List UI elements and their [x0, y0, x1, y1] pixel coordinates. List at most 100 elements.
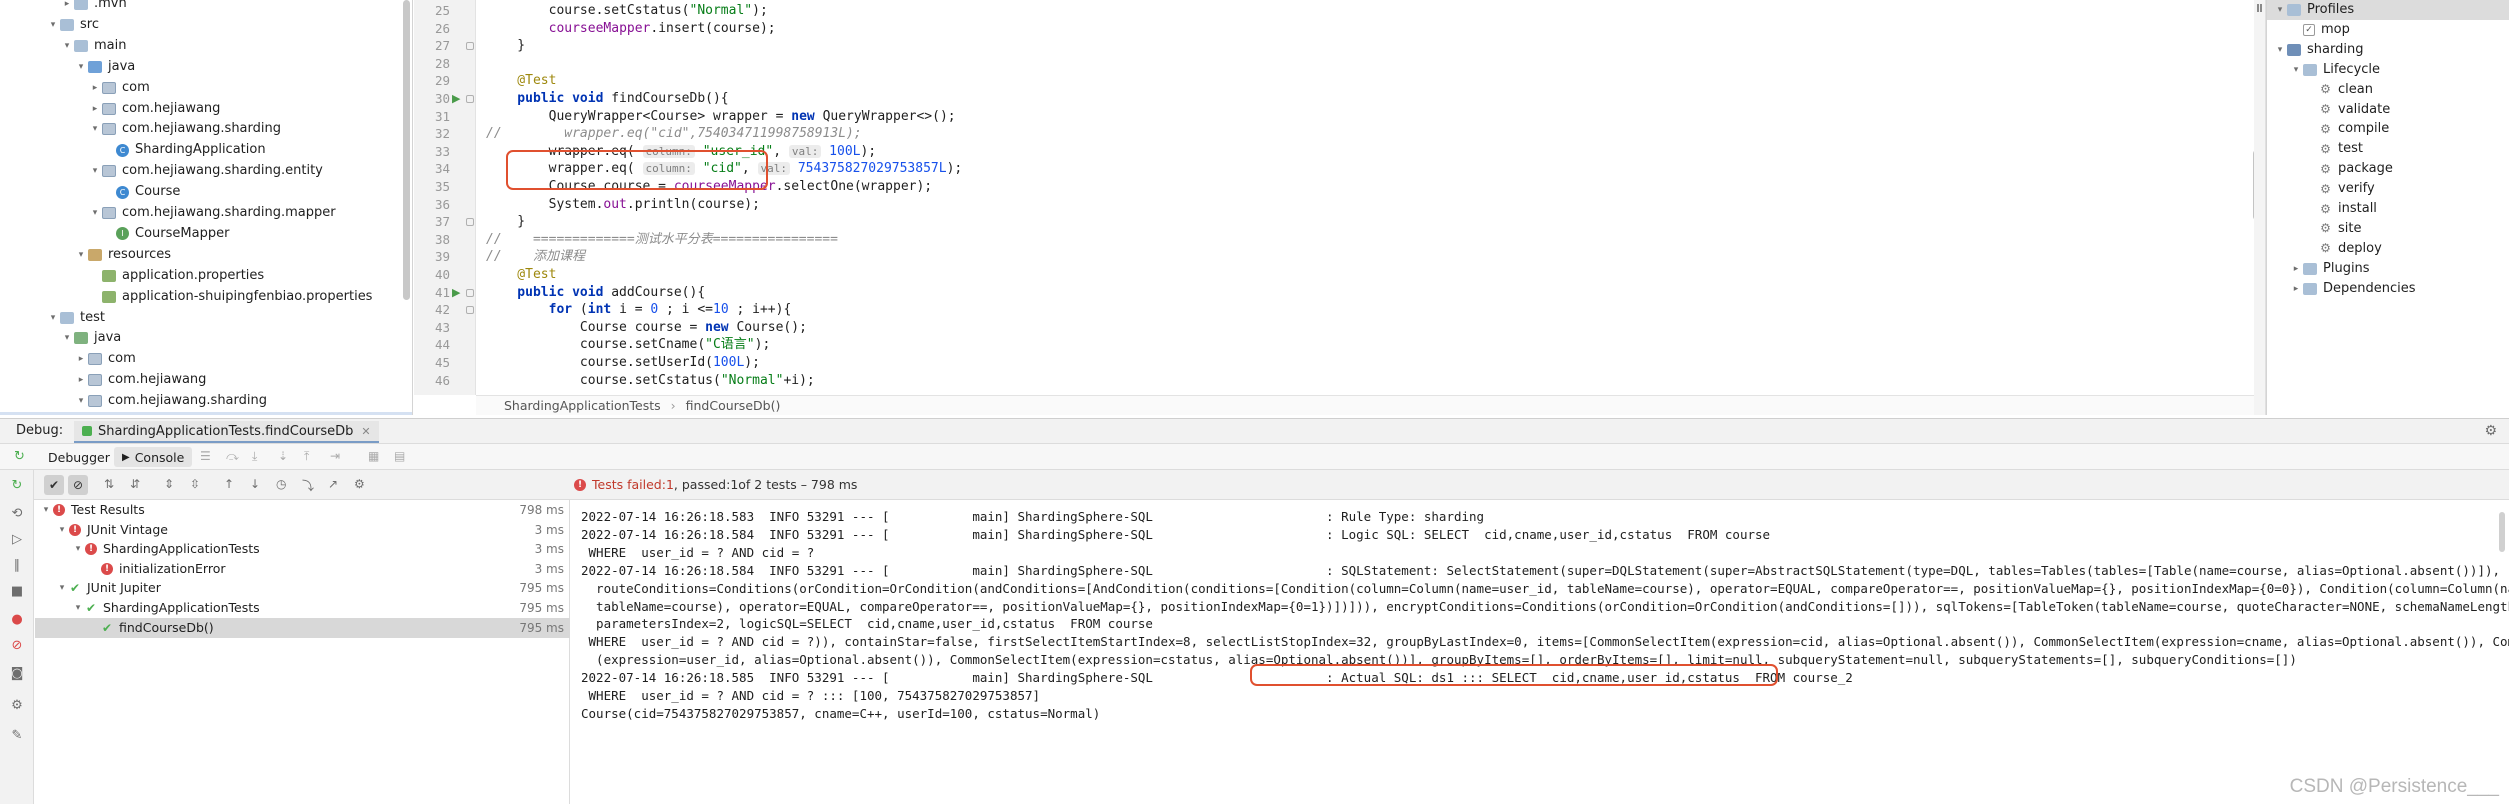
tree-item[interactable]: ▾ resources: [0, 245, 412, 265]
test-settings-gear-icon[interactable]: ⚙: [354, 477, 365, 491]
tree-item[interactable]: ▾ src: [0, 15, 412, 35]
test-result-row[interactable]: ▾! ShardingApplicationTests 3 ms: [35, 539, 570, 559]
maven-tree-item[interactable]: ⚙ clean: [2267, 80, 2509, 100]
tree-item[interactable]: ▾ java: [0, 57, 412, 77]
maven-tree-item[interactable]: ▸ Dependencies: [2267, 279, 2509, 299]
rerun-icon[interactable]: ↻: [14, 449, 25, 464]
tree-item[interactable]: C Course: [0, 182, 412, 202]
chevron-down-icon[interactable]: ▾: [60, 328, 74, 348]
sort-duration-icon[interactable]: ⇵: [130, 477, 140, 491]
chevron-down-icon[interactable]: ▾: [71, 598, 85, 618]
code-line[interactable]: public void addCourse(){: [486, 284, 705, 302]
show-ignored-icon[interactable]: ⊘: [68, 475, 88, 495]
pause-program-icon[interactable]: ∥: [9, 558, 25, 574]
console-output[interactable]: 2022-07-14 16:26:18.583 INFO 53291 --- […: [571, 500, 2509, 804]
maven-tree-item[interactable]: ▾ Profiles: [2267, 0, 2509, 20]
code-editor[interactable]: 25 26 27 28 29 30 ▶ 31 32 33 34 35 36 37 38 39 40 41 ▶ 42 43…: [414, 0, 2266, 415]
step-out-icon[interactable]: ⤒: [304, 449, 309, 464]
chevron-down-icon[interactable]: ▾: [74, 391, 88, 411]
tree-item[interactable]: ▸ com: [0, 349, 412, 369]
chevron-down-icon[interactable]: ▾: [39, 500, 53, 520]
tree-item[interactable]: ▸ com: [0, 78, 412, 98]
tree-item[interactable]: application.properties: [0, 266, 412, 286]
chevron-down-icon[interactable]: ▾: [2273, 0, 2287, 20]
code-line[interactable]: QueryWrapper<Course> wrapper = new Query…: [486, 108, 956, 126]
chevron-right-icon[interactable]: ▸: [88, 78, 102, 98]
export-icon[interactable]: ↗: [328, 477, 338, 491]
code-line[interactable]: course.setUserId(100L);: [486, 354, 760, 372]
code-line[interactable]: // =============测试水平分表================: [486, 231, 838, 249]
import-icon[interactable]: ⤵: [302, 477, 314, 494]
chevron-right-icon[interactable]: ▸: [2289, 279, 2303, 299]
resume-icon[interactable]: ▷: [9, 532, 25, 548]
chevron-down-icon[interactable]: ▾: [88, 161, 102, 181]
mute-breakpoints-icon[interactable]: ⊘: [9, 638, 25, 654]
view-breakpoints-icon[interactable]: ●: [9, 612, 25, 628]
tree-item[interactable]: ▾ com.hejiawang.sharding.entity: [0, 161, 412, 181]
tree-item[interactable]: CShardingApplicationTests: [0, 412, 412, 415]
chevron-right-icon[interactable]: ▸: [60, 0, 74, 14]
code-line[interactable]: course.setCstatus("Normal");: [486, 2, 768, 20]
maven-tree-item[interactable]: ⚙ install: [2267, 199, 2509, 219]
code-line[interactable]: course.setCstatus("Normal"+i);: [486, 372, 815, 390]
code-line[interactable]: course.setCname("C语言");: [486, 336, 770, 354]
menu-lines-icon[interactable]: ☰: [200, 449, 211, 463]
test-result-row[interactable]: ▾! Test Results 798 ms: [35, 500, 570, 520]
code-line[interactable]: }: [486, 213, 525, 231]
chevron-right-icon[interactable]: ▸: [74, 349, 88, 369]
sort-alpha-icon[interactable]: ⇅: [104, 477, 114, 491]
chevron-down-icon[interactable]: ▾: [88, 119, 102, 139]
tree-item[interactable]: I CourseMapper: [0, 224, 412, 244]
tree-item[interactable]: application-shuipingfenbiao.properties: [0, 287, 412, 307]
debug-session-tab[interactable]: ShardingApplicationTests.findCourseDb ✕: [74, 421, 379, 443]
chevron-right-icon[interactable]: ▸: [2289, 259, 2303, 279]
chevron-down-icon[interactable]: ▾: [2273, 40, 2287, 60]
code-line[interactable]: @Test: [486, 72, 556, 90]
tree-item[interactable]: ▾ com.hejiawang.sharding: [0, 119, 412, 139]
history-icon[interactable]: ◷: [276, 477, 286, 491]
chevron-down-icon[interactable]: ▾: [55, 578, 69, 598]
run-to-cursor-icon[interactable]: ⇥: [330, 449, 340, 463]
console-scrollbar[interactable]: [2499, 512, 2505, 552]
pin-icon[interactable]: ✎: [9, 728, 25, 744]
step-over-icon[interactable]: ⤼: [226, 449, 239, 464]
code-line[interactable]: // wrapper.eq("cid",754034711998758913L)…: [486, 125, 862, 143]
tree-scrollbar[interactable]: [403, 0, 410, 300]
previous-failed-icon[interactable]: ↑: [224, 477, 234, 491]
test-result-row[interactable]: ✔ findCourseDb() 795 ms: [35, 617, 570, 638]
maven-tree-item[interactable]: ⚙ package: [2267, 159, 2509, 179]
stop-icon[interactable]: ■: [9, 584, 25, 600]
step-into-icon[interactable]: ⤓: [252, 449, 257, 464]
chevron-down-icon[interactable]: ▾: [88, 203, 102, 223]
code-line[interactable]: }: [486, 37, 525, 55]
settings-gear-icon[interactable]: ⚙: [2484, 423, 2497, 439]
chevron-down-icon[interactable]: ▾: [60, 36, 74, 56]
maven-tree-item[interactable]: ✓ mop: [2267, 20, 2509, 40]
tree-item[interactable]: ▾ main: [0, 36, 412, 56]
chevron-down-icon[interactable]: ▾: [46, 308, 60, 328]
chevron-down-icon[interactable]: ▾: [74, 57, 88, 77]
chevron-down-icon[interactable]: ▾: [55, 520, 69, 540]
code-line[interactable]: // 添加课程: [486, 248, 585, 266]
test-result-row[interactable]: ! initializationError 3 ms: [35, 559, 570, 579]
evaluate-icon[interactable]: ▦: [368, 449, 379, 463]
expand-all-icon[interactable]: ⇕: [164, 477, 174, 491]
force-step-into-icon[interactable]: ⇣: [278, 449, 288, 463]
close-tab-icon[interactable]: ✕: [361, 425, 370, 438]
code-line[interactable]: public void findCourseDb(){: [486, 90, 728, 108]
maven-tree-item[interactable]: ⚙ compile: [2267, 119, 2509, 139]
chevron-right-icon[interactable]: ▸: [88, 99, 102, 119]
checkbox-icon[interactable]: ✓: [2303, 23, 2315, 36]
test-result-row[interactable]: ▾ ✔ ShardingApplicationTests 795 ms: [35, 598, 570, 618]
collapse-all-icon[interactable]: ⇳: [190, 477, 200, 491]
breadcrumb-method[interactable]: findCourseDb(): [686, 398, 781, 413]
rerun-failed-icon[interactable]: ↻: [9, 478, 25, 494]
code-line[interactable]: Course course = new Course();: [486, 319, 807, 337]
maven-tree-item[interactable]: ⚙ validate: [2267, 100, 2509, 120]
maven-tree-item[interactable]: ⚙ test: [2267, 139, 2509, 159]
code-area[interactable]: course.setCstatus("Normal"); courseeMapp…: [414, 0, 2266, 395]
maven-tree-item[interactable]: ▾ sharding: [2267, 40, 2509, 60]
tree-item[interactable]: ▾ com.hejiawang.sharding.mapper: [0, 203, 412, 223]
layout-icon[interactable]: ▤: [394, 449, 405, 463]
maven-tree-item[interactable]: ⚙ deploy: [2267, 239, 2509, 259]
